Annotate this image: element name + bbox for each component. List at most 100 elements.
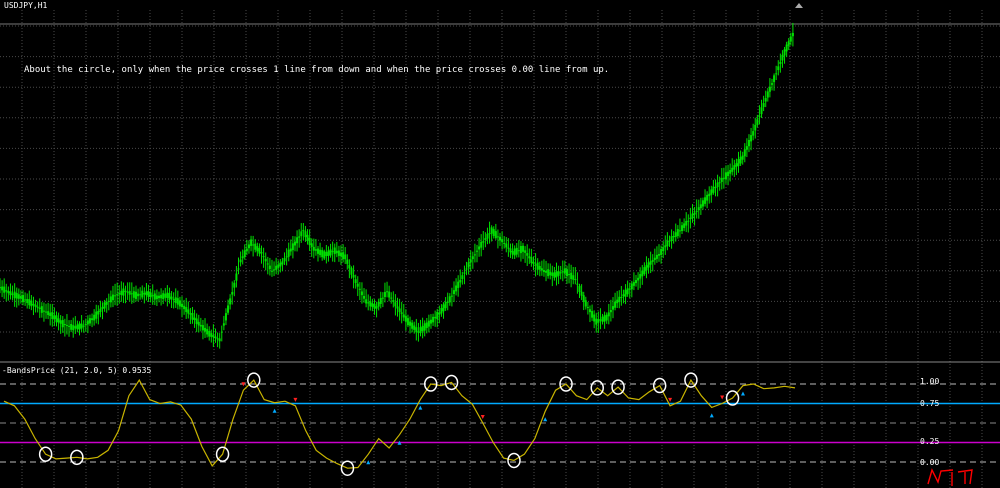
candle-body <box>289 248 292 252</box>
candle-body <box>32 303 35 306</box>
candle-body <box>350 268 353 275</box>
candle-body <box>65 324 68 326</box>
candle-body <box>455 285 458 292</box>
candle-body <box>787 41 790 46</box>
candle-body <box>124 290 127 292</box>
candle-body <box>61 320 64 328</box>
candle-body <box>747 139 750 147</box>
candle-body <box>105 301 108 305</box>
candle-body <box>743 149 746 157</box>
candle-body <box>716 182 719 188</box>
candle-body <box>153 293 156 300</box>
candle-body <box>423 323 426 331</box>
candle-body <box>404 315 407 322</box>
candle-body <box>51 312 54 319</box>
candle-body <box>5 290 8 292</box>
chart-area[interactable]: USDJPY,H1 About the circle, only when th… <box>0 0 1000 488</box>
candle-body <box>34 304 37 307</box>
candle-body <box>666 240 669 247</box>
candle-body <box>662 247 665 252</box>
candle-body <box>722 177 725 179</box>
candle-body <box>641 270 644 277</box>
candle-body <box>499 236 502 241</box>
candle-body <box>490 227 493 234</box>
candle-body <box>727 171 730 177</box>
candle-body <box>195 318 198 324</box>
candle-body <box>3 286 6 293</box>
arrow-down-marker <box>668 397 673 402</box>
candle-body <box>266 263 269 265</box>
candle-body <box>476 250 478 252</box>
candle-body <box>293 241 296 246</box>
candle-body <box>547 269 550 277</box>
candle-body <box>745 146 748 150</box>
candle-body <box>375 306 378 309</box>
candle-body <box>511 251 514 255</box>
candle-body <box>770 83 773 85</box>
candle-body <box>580 291 583 296</box>
candle-body <box>718 182 721 184</box>
candle-body <box>210 333 213 337</box>
candle-body <box>93 314 96 321</box>
candle-body <box>254 243 257 250</box>
candle-body <box>450 295 453 297</box>
candle-body <box>639 274 642 279</box>
candle-body <box>13 291 16 299</box>
candle-body <box>189 313 192 315</box>
candle-body <box>524 250 527 253</box>
arrow-down-marker <box>293 397 298 402</box>
candle-body <box>762 103 765 107</box>
candle-body <box>70 324 73 330</box>
arrow-down-marker <box>720 395 725 400</box>
candle-body <box>183 305 186 310</box>
candle-body <box>57 318 60 323</box>
candle-body <box>141 290 144 298</box>
candle-body <box>383 292 386 297</box>
candle-body <box>160 294 163 299</box>
candle-body <box>103 302 106 309</box>
candle-body <box>601 316 604 322</box>
candle-body <box>509 248 512 253</box>
candle-body <box>559 272 562 274</box>
candle-body <box>26 299 29 303</box>
candle-body <box>252 244 255 246</box>
candle-body <box>785 44 788 52</box>
candle-body <box>82 325 85 327</box>
candle-body <box>109 296 112 303</box>
candle-body <box>448 296 451 303</box>
candle-body <box>568 274 571 276</box>
candle-body <box>53 315 56 319</box>
candle-body <box>457 281 460 288</box>
candle-body <box>597 319 600 323</box>
candle-body <box>356 283 359 287</box>
candle-body <box>549 271 552 276</box>
candle-body <box>201 325 204 331</box>
candle-body <box>687 220 690 222</box>
candle-body <box>752 131 755 136</box>
candle-body <box>473 254 476 256</box>
candle-body <box>17 294 20 299</box>
candle-body <box>678 230 681 232</box>
candle-body <box>463 272 466 274</box>
candle-body <box>530 257 533 264</box>
oscillator-line <box>3 378 796 469</box>
candle-body <box>689 217 692 220</box>
candle-body <box>764 98 767 102</box>
candle-body <box>80 323 83 329</box>
candle-body <box>417 331 420 333</box>
candle-body <box>605 314 608 321</box>
candle-body <box>779 61 782 64</box>
candle-body <box>415 327 418 333</box>
candle-body <box>47 311 50 316</box>
arrow-up-marker <box>272 408 277 413</box>
candle-body <box>555 271 558 278</box>
arrow-up-marker <box>418 405 423 410</box>
candle-body <box>754 124 757 131</box>
candle-body <box>95 311 98 319</box>
candle-body <box>614 301 617 308</box>
candle-body <box>337 250 340 256</box>
candle-body <box>28 299 31 306</box>
candle-body <box>181 303 184 308</box>
candle-body <box>789 36 792 42</box>
candle-body <box>1 286 4 291</box>
